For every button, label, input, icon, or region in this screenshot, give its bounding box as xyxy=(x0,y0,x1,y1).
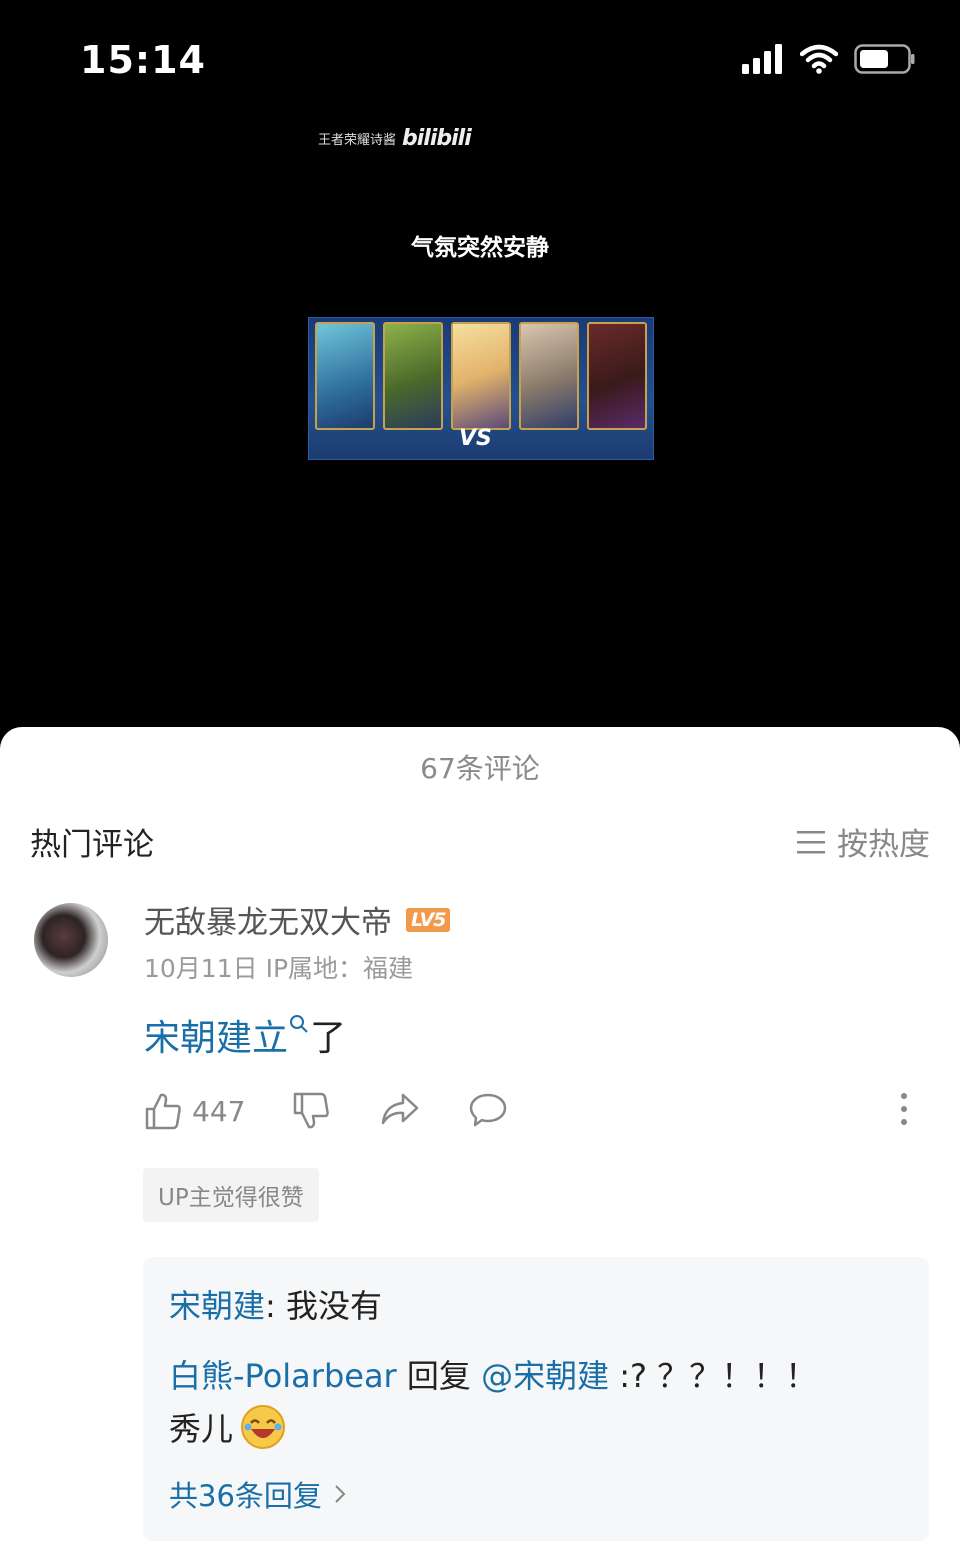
like-count: 447 xyxy=(192,1094,246,1128)
cellular-signal-icon xyxy=(742,44,782,74)
share-icon xyxy=(381,1093,419,1125)
dislike-button[interactable] xyxy=(292,1091,330,1131)
hero-card xyxy=(451,322,511,430)
game-screenshot-image: VS xyxy=(308,317,654,460)
view-all-replies-link[interactable]: 共36条回复 xyxy=(169,1473,346,1515)
sort-label: 按热度 xyxy=(837,827,930,863)
hero-card xyxy=(519,322,579,430)
avatar[interactable] xyxy=(34,903,108,977)
watermark-text: 王者荣耀诗酱 xyxy=(318,133,397,148)
reply-verb: 回复 xyxy=(396,1357,482,1395)
reply-username[interactable]: 白熊-Polarbear xyxy=(169,1357,397,1395)
laughing-emoji-icon xyxy=(241,1405,286,1449)
comment-count: 67条评论 xyxy=(420,752,540,785)
hero-card xyxy=(315,322,375,430)
hot-comments-title: 热门评论 xyxy=(30,827,154,863)
wifi-icon xyxy=(800,44,838,74)
chevron-right-icon xyxy=(335,1485,346,1503)
reply-text: 秀儿 xyxy=(169,1410,234,1448)
reply-item: 宋朝建: 我没有 xyxy=(169,1281,382,1327)
reply-username[interactable]: 宋朝建 xyxy=(169,1287,265,1325)
comment-actions: 447 xyxy=(144,1091,924,1141)
replies-preview[interactable]: 宋朝建: 我没有 白熊-Polarbear 回复 @宋朝建 :? ？？！！！ 秀… xyxy=(143,1257,929,1541)
comments-sheet: 67条评论 热门评论 按热度 无敌暴龙无双大帝 LV5 10月11日 IP属地：… xyxy=(0,727,960,1559)
video-watermark: 王者荣耀诗酱 bilibili xyxy=(318,126,472,151)
reply-mention[interactable]: @宋朝建 xyxy=(481,1357,609,1395)
video-caption: 气氛突然安静 xyxy=(411,235,549,261)
comment-body: 宋朝建立 了 xyxy=(144,1009,346,1061)
reply-button[interactable] xyxy=(468,1091,508,1129)
battery-icon xyxy=(854,44,915,74)
hero-card xyxy=(383,322,443,430)
more-options-button[interactable] xyxy=(898,1091,910,1127)
thumbs-up-icon xyxy=(145,1093,181,1130)
reply-text: :? ？？！！！ xyxy=(609,1357,818,1395)
status-time: 15:14 xyxy=(80,38,206,82)
sort-button[interactable]: 按热度 xyxy=(797,819,930,864)
level-badge: LV5 xyxy=(406,907,451,932)
username: 无敌暴龙无双大帝 xyxy=(144,905,392,941)
menu-icon xyxy=(797,830,825,853)
comment-text-suffix: 了 xyxy=(310,1018,347,1059)
comment-author[interactable]: 无敌暴龙无双大帝 LV5 xyxy=(144,897,451,942)
thumbs-down-icon xyxy=(293,1092,329,1129)
replies-count-label: 共36条回复 xyxy=(169,1479,322,1513)
vs-label: VS xyxy=(459,426,492,451)
like-button[interactable]: 447 xyxy=(144,1091,245,1131)
more-vertical-icon xyxy=(901,1093,907,1125)
reply-text: : 我没有 xyxy=(265,1287,382,1325)
reply-item-continued: 秀儿 xyxy=(169,1403,287,1451)
share-button[interactable] xyxy=(380,1091,420,1127)
search-link[interactable]: 宋朝建立 xyxy=(144,1009,288,1061)
hero-card xyxy=(587,322,647,430)
up-liked-badge: UP主觉得很赞 xyxy=(143,1168,319,1222)
comment-icon xyxy=(469,1093,507,1127)
comment-meta: 10月11日 IP属地：福建 xyxy=(144,954,414,983)
bilibili-logo: bilibili xyxy=(402,126,472,151)
status-bar: 15:14 xyxy=(0,0,960,120)
status-icons xyxy=(742,44,916,74)
reply-item: 白熊-Polarbear 回复 @宋朝建 :? ？？！！！ xyxy=(169,1351,817,1397)
search-icon[interactable] xyxy=(288,1013,310,1035)
